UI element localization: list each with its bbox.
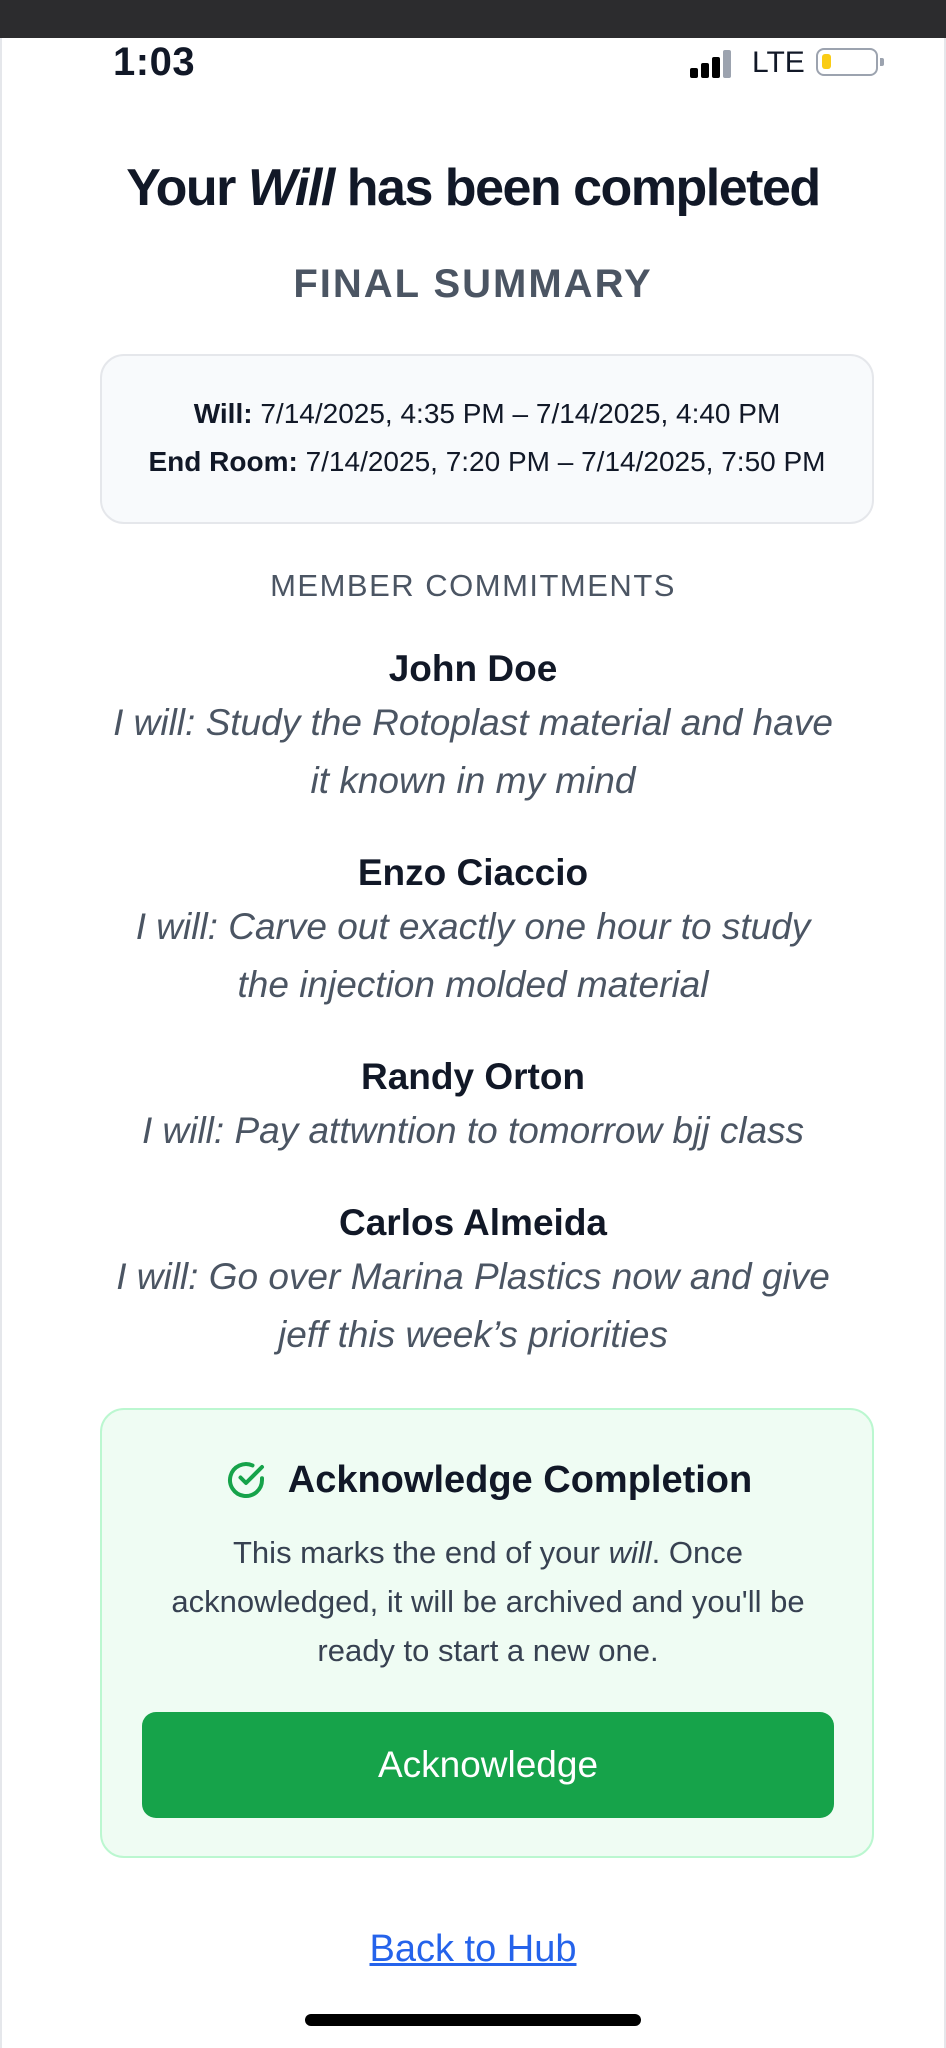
ack-text-emphasis: will bbox=[608, 1535, 652, 1570]
top-system-bar bbox=[0, 0, 946, 38]
member-commitment-text: I will: Carve out exactly one hour to st… bbox=[90, 898, 856, 1014]
member-commitment: Enzo Ciaccio I will: Carve out exactly o… bbox=[90, 850, 856, 1014]
commitment-line: I will: Pay attwntion to tomorrow bjj cl… bbox=[141, 1110, 805, 1151]
commitment-line: it known in my mind bbox=[310, 760, 636, 801]
acknowledge-card: Acknowledge Completion This marks the en… bbox=[100, 1408, 874, 1858]
member-commitment: John Doe I will: Study the Rotoplast mat… bbox=[90, 646, 856, 810]
member-commitment-text: I will: Study the Rotoplast material and… bbox=[90, 694, 856, 810]
page-title: Your Will has been completed bbox=[0, 158, 946, 218]
commitment-line: the injection molded material bbox=[237, 964, 709, 1005]
member-name: Enzo Ciaccio bbox=[357, 852, 589, 893]
commitment-line: jeff this week’s priorities bbox=[277, 1314, 669, 1355]
commitment-line: I will: Carve out exactly one hour to st… bbox=[135, 906, 811, 947]
ack-text-line1-rest: . Once bbox=[651, 1535, 743, 1570]
will-label: Will: bbox=[193, 398, 253, 429]
commitment-line: I will: Study the Rotoplast material and… bbox=[113, 702, 833, 743]
will-value: 7/14/2025, 4:35 PM – 7/14/2025, 4:40 PM bbox=[260, 398, 781, 429]
summary-card: Will: 7/14/2025, 4:35 PM – 7/14/2025, 4:… bbox=[100, 354, 874, 524]
acknowledge-title: Acknowledge Completion bbox=[287, 1458, 753, 1501]
ack-text-line2: acknowledged, it will be archived and yo… bbox=[171, 1584, 805, 1619]
member-commitment-text: I will: Go over Marina Plastics now and … bbox=[90, 1248, 856, 1364]
ack-text-prefix: This marks the end of your bbox=[233, 1535, 609, 1570]
back-to-hub-link[interactable]: Back to Hub bbox=[0, 1928, 946, 1971]
member-name: Carlos Almeida bbox=[339, 1202, 607, 1243]
battery-icon bbox=[816, 48, 884, 76]
commitment-line: I will: Go over Marina Plastics now and … bbox=[116, 1256, 830, 1297]
member-name: John Doe bbox=[388, 648, 558, 689]
acknowledge-description: This marks the end of your will. Once ac… bbox=[132, 1528, 844, 1675]
will-time-range: Will: 7/14/2025, 4:35 PM – 7/14/2025, 4:… bbox=[102, 398, 872, 430]
status-bar: 1:03 LTE bbox=[0, 38, 946, 90]
status-time: 1:03 bbox=[113, 40, 196, 84]
end-room-value: 7/14/2025, 7:20 PM – 7/14/2025, 7:50 PM bbox=[305, 446, 826, 477]
ack-text-line3: ready to start a new one. bbox=[317, 1633, 659, 1668]
title-prefix: Your bbox=[126, 159, 248, 217]
member-commitment: Randy Orton I will: Pay attwntion to tom… bbox=[90, 1054, 856, 1160]
network-type: LTE bbox=[752, 46, 805, 79]
acknowledge-button[interactable]: Acknowledge bbox=[142, 1712, 834, 1818]
acknowledge-header: Acknowledge Completion bbox=[102, 1456, 872, 1506]
home-indicator bbox=[305, 2014, 641, 2026]
end-room-label: End Room: bbox=[148, 446, 298, 477]
member-commitments-heading: MEMBER COMMITMENTS bbox=[270, 568, 676, 603]
cellular-signal-icon bbox=[690, 50, 740, 78]
title-suffix: has been completed bbox=[333, 159, 821, 217]
check-circle-icon bbox=[227, 1462, 264, 1498]
member-commitment: Carlos Almeida I will: Go over Marina Pl… bbox=[90, 1200, 856, 1364]
final-summary-heading: FINAL SUMMARY bbox=[293, 262, 653, 306]
title-emphasis: Will bbox=[247, 159, 335, 217]
end-room-time-range: End Room: 7/14/2025, 7:20 PM – 7/14/2025… bbox=[102, 446, 872, 478]
member-name: Randy Orton bbox=[360, 1056, 586, 1097]
member-commitment-text: I will: Pay attwntion to tomorrow bjj cl… bbox=[90, 1102, 856, 1160]
